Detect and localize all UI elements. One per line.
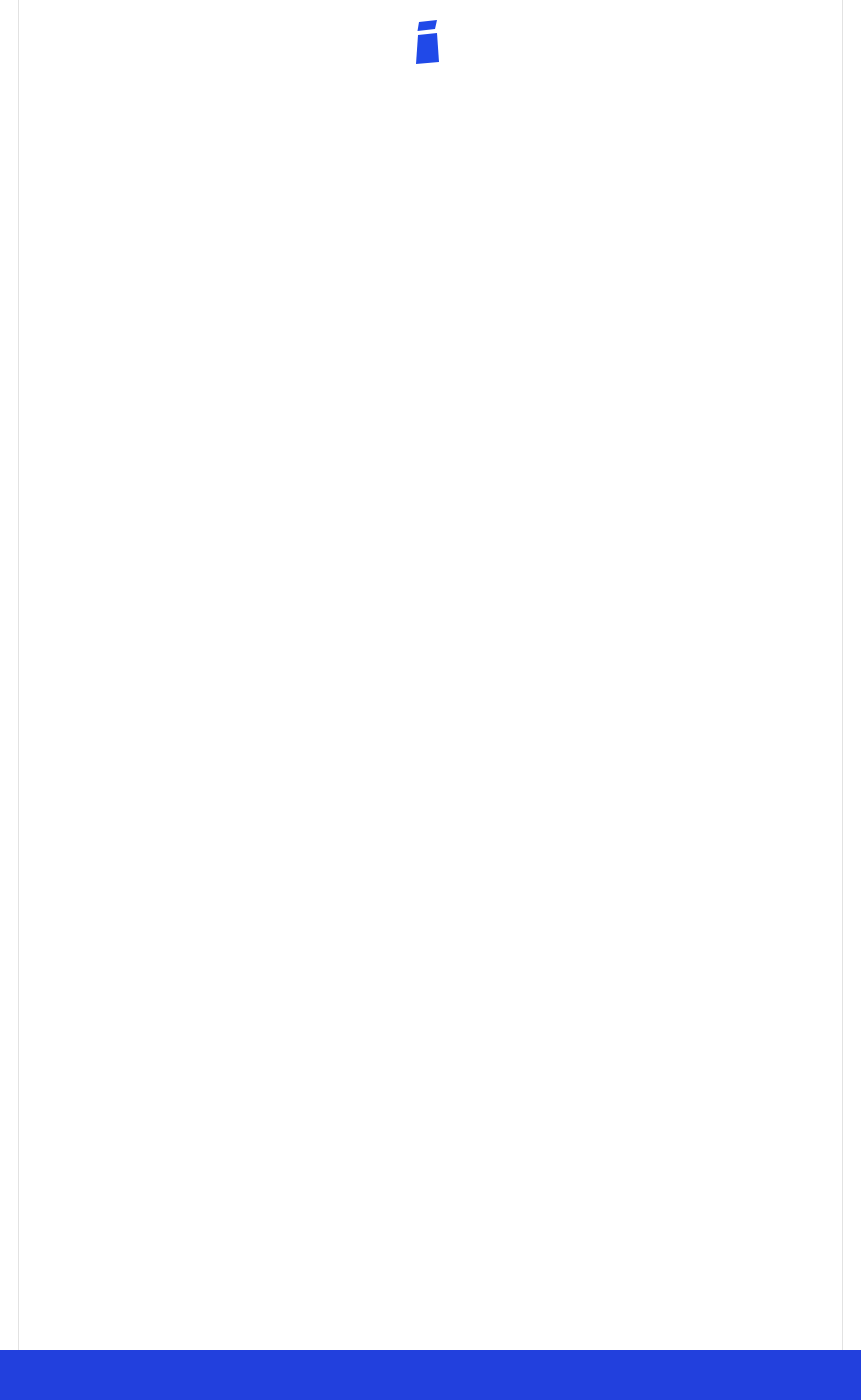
- page-right-guide: [842, 0, 843, 1400]
- page-left-guide: [18, 0, 19, 1400]
- brand-logo[interactable]: [0, 0, 861, 68]
- footer-cta-bar[interactable]: [0, 1350, 861, 1400]
- incodocs-container-logo-icon: [415, 20, 439, 64]
